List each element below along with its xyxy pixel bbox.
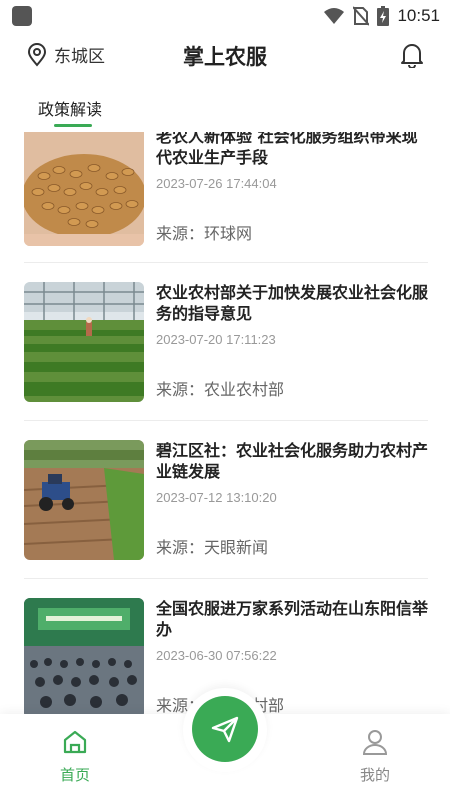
tab-active-indicator [54,124,92,127]
clock: 10:51 [397,6,440,25]
list-item[interactable]: 碧江区社：农业社会化服务助力农村产业链发展 2023-07-12 13:10:2… [24,440,428,598]
no-sim-icon [353,6,370,26]
list-item[interactable]: 农业农村部关于加快发展农业社会化服务的指导意见 2023-07-20 17:11… [24,282,428,440]
article-title: 老农人新体验 社会化服务组织带来现代农业生产手段 [156,132,418,167]
divider [24,262,428,263]
article-source: 来源：天眼新闻 [156,538,269,557]
divider [24,578,428,579]
nav-mine-label: 我的 [359,766,390,784]
wifi-icon [324,8,345,24]
article-title: 农业农村部关于加快发展农业社会化服务的指导意见 [156,283,429,323]
paper-plane-icon [211,716,239,743]
article-title: 全国农服进万家系列活动在山东阳信举办 [156,599,429,639]
bell-icon [401,44,423,69]
article-date: 2023-07-26 17:44:04 [156,176,277,191]
divider [24,420,428,421]
article-thumbnail-conference [24,598,144,714]
status-icons: 10:51 [323,4,440,28]
nav-home[interactable]: 首页 [35,728,115,785]
article-thumbnail-wheat [24,132,144,246]
publish-button[interactable] [192,696,258,762]
home-icon [63,730,87,754]
article-date: 2023-07-12 13:10:20 [156,490,277,505]
page-title: 掌上农服 [183,45,267,69]
nav-home-label: 首页 [59,766,90,784]
article-date: 2023-07-20 17:11:23 [156,332,276,347]
user-icon [362,730,388,755]
article-date: 2023-06-30 07:56:22 [156,648,277,663]
battery-icon [377,6,390,26]
app-notification-icon [12,6,32,26]
article-thumbnail-greenhouse [24,282,144,402]
article-thumbnail-tractor [24,440,144,560]
article-title: 碧江区社：农业社会化服务助力农村产业链发展 [156,441,429,481]
article-source: 来源：农业农村部 [156,380,285,399]
nav-mine[interactable]: 我的 [335,728,415,785]
tab-policy-interpretation[interactable]: 政策解读 [38,96,102,120]
notification-button[interactable] [400,42,424,72]
category-tabs: 政策解读 [0,86,450,132]
status-bar: 10:51 [0,0,450,32]
header: 东城区 掌上农服 [0,32,450,80]
article-list[interactable]: 老农人新体验 社会化服务组织带来现代农业生产手段 2023-07-26 17:4… [0,132,450,714]
article-source: 来源：环球网 [156,224,253,243]
